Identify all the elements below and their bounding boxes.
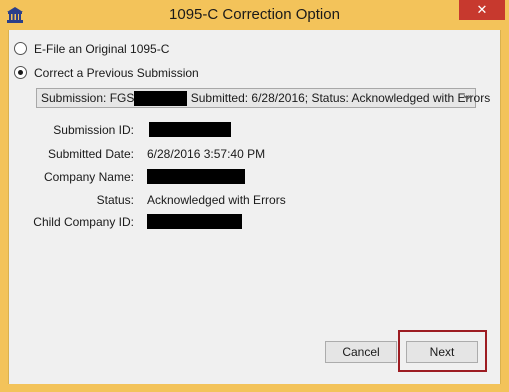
submission-select-value: Submission: FGS Submitted: 6/28/2016; St… [41,89,490,107]
radio-correct-previous-label: Correct a Previous Submission [34,66,199,80]
radio-button-selected[interactable] [14,66,27,79]
cancel-button[interactable]: Cancel [325,341,397,363]
radio-selected-dot [18,70,23,75]
window-title: 1095-C Correction Option [169,6,340,23]
child-company-id-value-redacted [147,214,242,229]
submitted-date-value: 6/28/2016 3:57:40 PM [147,147,266,161]
submission-id-label: Submission ID: [53,123,134,137]
next-button[interactable]: Next [406,341,478,363]
submission-suffix: Submitted: 6/28/2016; Status: Acknowledg… [190,91,491,105]
chevron-down-icon [463,95,472,100]
close-icon: ✕ [476,2,488,17]
submission-id-value-redacted [149,122,231,137]
status-label: Status: [96,193,134,207]
dialog-content: E-File an Original 1095-C Correct a Prev… [8,30,501,384]
title-bar[interactable]: 1095-C Correction Option ✕ [0,0,509,30]
submission-prefix: Submission: FGS [41,91,135,105]
radio-efile-original-label: E-File an Original 1095-C [34,42,170,56]
dialog-window: 1095-C Correction Option ✕ E-File an Ori… [0,0,509,392]
child-company-id-label: Child Company ID: [33,215,134,229]
company-name-value-redacted [147,169,245,184]
status-value: Acknowledged with Errors [147,193,286,207]
submission-select[interactable]: Submission: FGS Submitted: 6/28/2016; St… [36,88,490,108]
radio-button-unselected[interactable] [14,42,27,55]
company-name-label: Company Name: [43,170,134,184]
close-button[interactable]: ✕ [459,0,505,20]
submitted-date-label: Submitted Date: [47,147,134,161]
redacted-block [134,91,188,107]
